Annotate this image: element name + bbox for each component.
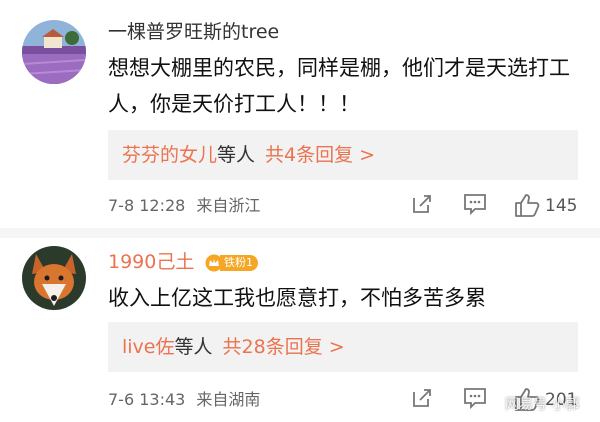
fox-avatar-icon (22, 246, 86, 310)
reply-names[interactable]: live佐 (122, 336, 175, 358)
comment-icon[interactable] (462, 386, 488, 414)
reply-count-link[interactable]: 共4条回复 > (265, 144, 375, 166)
reply-count-link[interactable]: 共28条回复 > (223, 336, 345, 358)
divider (0, 228, 600, 238)
reply-suffix: 等人 (217, 144, 256, 166)
comment-item: 一棵普罗旺斯的tree 想想大棚里的农民，同样是棚，他们才是天选打工人，你是天价… (0, 0, 600, 228)
action-bar: 145 (0, 192, 600, 220)
watermark: 网易号 小郭 (505, 397, 580, 413)
reply-summary[interactable]: 芬芬的女儿等人 共4条回复 > (108, 130, 578, 180)
avatar[interactable] (22, 20, 86, 84)
fan-level: 铁粉1 (220, 255, 258, 271)
reply-summary[interactable]: live佐等人 共28条回复 > (108, 322, 578, 372)
lavender-field-avatar-icon (22, 20, 86, 84)
fan-badge: 铁粉1 (205, 252, 258, 274)
comment-icon[interactable] (462, 192, 488, 220)
share-icon[interactable] (410, 386, 434, 414)
reply-suffix: 等人 (174, 336, 213, 358)
username[interactable]: 1990己土 (108, 250, 194, 274)
share-icon[interactable] (410, 192, 434, 220)
comment-text: 想想大棚里的农民，同样是棚，他们才是天选打工人，你是天价打工人！！！ (108, 56, 570, 116)
reply-names[interactable]: 芬芬的女儿 (122, 144, 217, 166)
username[interactable]: 一棵普罗旺斯的tree (108, 20, 279, 44)
comment-text: 收入上亿这工我也愿意打，不怕多苦多累 (108, 286, 486, 310)
like-icon[interactable] (513, 192, 541, 222)
avatar[interactable] (22, 246, 86, 310)
like-count: 145 (545, 196, 578, 216)
